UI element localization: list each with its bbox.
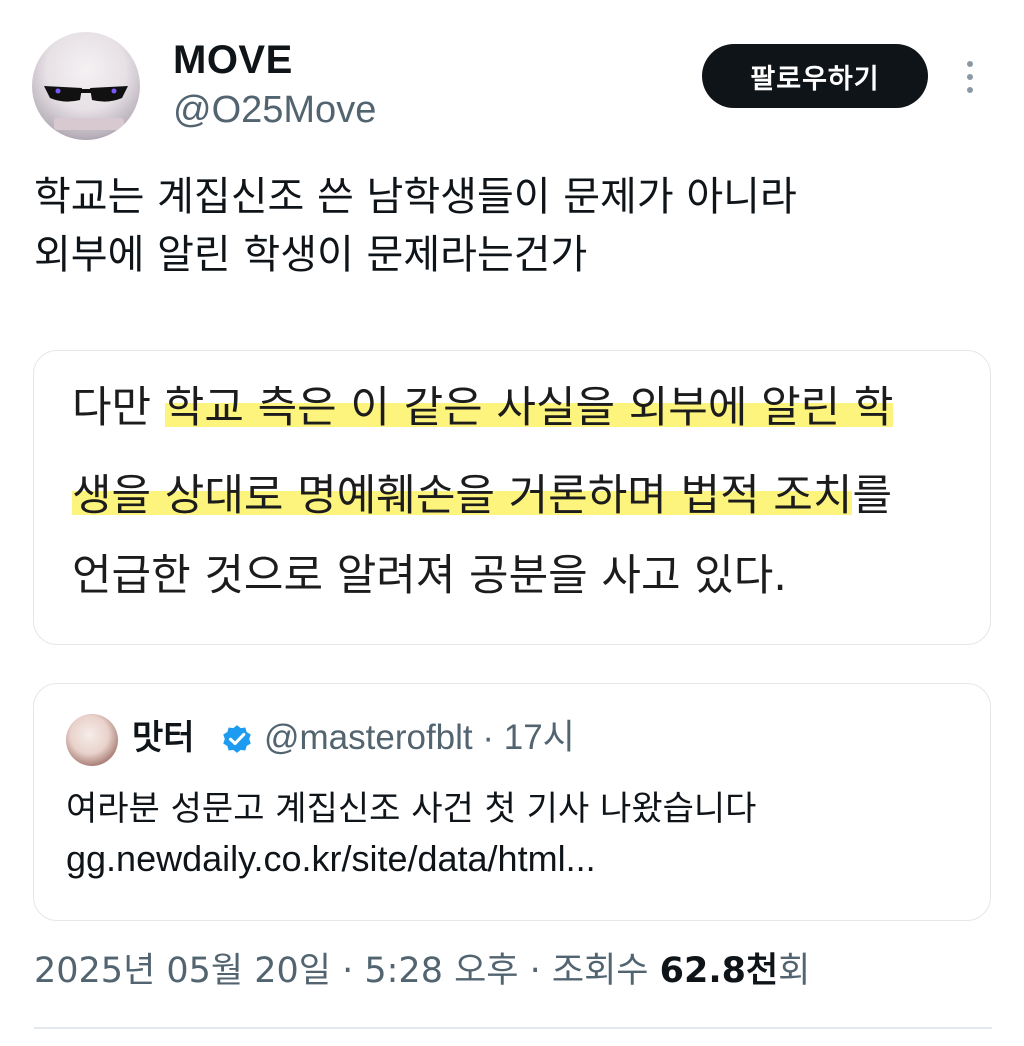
image-text-plain: 다만 — [72, 383, 165, 433]
image-text-highlight: 학교 측은 이 같은 사실을 외부에 알린 학 — [164, 383, 894, 433]
tweet-text-line: 학교는 계집신조 쓴 남학생들이 문제가 아니라 — [34, 174, 797, 220]
image-text-plain: 를 — [852, 471, 892, 521]
quoted-tweet-link[interactable]: gg.newdaily.co.kr/site/data/html... — [66, 834, 596, 884]
sunglasses-icon — [44, 86, 128, 102]
quoted-author-name: 맛터 — [132, 718, 195, 758]
author-avatar[interactable] — [32, 32, 140, 140]
image-text-highlight: 생을 상대로 명예훼손을 거론하며 법적 조치 — [72, 471, 853, 521]
image-text-line: 다만 학교 측은 이 같은 사실을 외부에 알린 학 — [72, 383, 894, 433]
tweet-text: 학교는 계집신조 쓴 남학생들이 문제가 아니라 외부에 알린 학생이 문제라는… — [34, 168, 994, 284]
author-handle[interactable]: @O25Move — [173, 88, 376, 132]
divider — [34, 1027, 992, 1029]
quoted-tweet-text: 여라분 성문고 계집신조 사건 첫 기사 나왔습니다 — [66, 789, 757, 829]
view-count-suffix: 회 — [778, 951, 811, 991]
tweet-meta: 2025년 05월 20일 · 5:28 오후 · 조회수 62.8천회 — [34, 946, 810, 996]
quoted-tweet-card[interactable]: 맛터 @masterofblt · 17시 여라분 성문고 계집신조 사건 첫 … — [33, 683, 991, 921]
tweet-text-line: 외부에 알린 학생이 문제라는건가 — [34, 232, 588, 278]
image-text-line: 생을 상대로 명예훼손을 거론하며 법적 조치를 — [72, 471, 892, 521]
tweet-timestamp[interactable]: 2025년 05월 20일 · 5:28 오후 · 조회수 — [34, 951, 660, 991]
tweet-header: MOVE @O25Move 팔로우하기 — [0, 0, 1024, 150]
attached-image[interactable]: 다만 학교 측은 이 같은 사실을 외부에 알린 학 생을 상대로 명예훼손을 … — [33, 350, 991, 645]
quoted-author-handle-time: @masterofblt · 17시 — [264, 718, 575, 757]
view-count: 62.8천 — [659, 951, 779, 991]
image-text-line: 언급한 것으로 알려져 공분을 사고 있다. — [72, 551, 787, 601]
verified-badge-icon — [223, 725, 251, 753]
quoted-author-avatar — [66, 714, 118, 766]
more-vertical-icon[interactable] — [960, 58, 980, 98]
follow-button[interactable]: 팔로우하기 — [702, 44, 928, 108]
avatar-caption — [54, 118, 124, 130]
author-display-name[interactable]: MOVE — [173, 38, 293, 82]
